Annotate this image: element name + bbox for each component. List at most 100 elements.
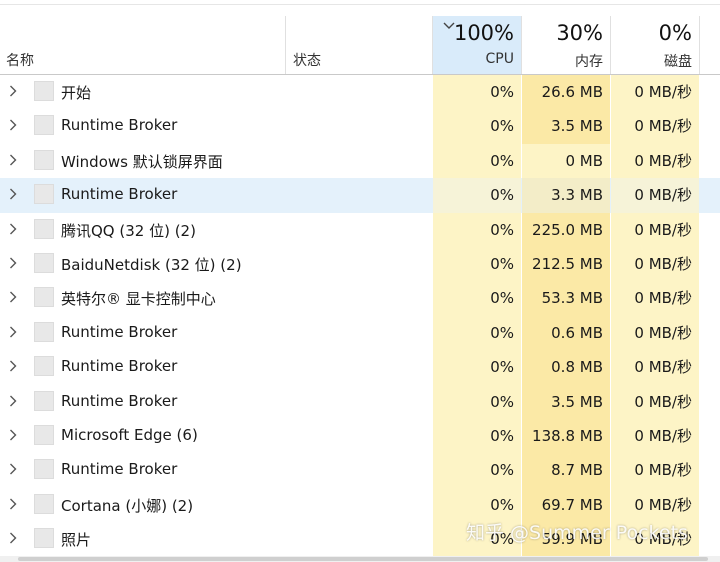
process-disk: 0 MB/秒 bbox=[611, 384, 699, 419]
process-name: Cortana (小娜) (2) bbox=[61, 496, 194, 515]
chevron-right-icon[interactable] bbox=[6, 83, 20, 101]
column-header-cpu[interactable]: 100% CPU bbox=[433, 16, 521, 74]
process-disk: 0 MB/秒 bbox=[611, 418, 699, 454]
process-disk: 0 MB/秒 bbox=[611, 178, 699, 213]
app-icon bbox=[34, 81, 54, 101]
app-icon bbox=[34, 528, 54, 549]
column-header-status[interactable]: 状态 bbox=[293, 50, 321, 70]
app-icon bbox=[34, 459, 54, 480]
app-icon bbox=[34, 252, 54, 273]
chevron-right-icon[interactable] bbox=[6, 461, 20, 479]
process-cpu: 0% bbox=[433, 212, 521, 247]
column-header-name[interactable]: 名称 bbox=[6, 50, 34, 70]
column-divider[interactable] bbox=[699, 16, 700, 74]
process-name: Windows 默认锁屏界面 bbox=[61, 152, 223, 171]
process-disk: 0 MB/秒 bbox=[611, 453, 699, 488]
process-memory: 3.3 MB bbox=[522, 178, 610, 213]
chevron-right-icon[interactable] bbox=[6, 358, 20, 376]
process-memory: 0 MB bbox=[522, 143, 610, 179]
process-row[interactable]: 英特尔® 显卡控制中心 0% 53.3 MB 0 MB/秒 bbox=[0, 281, 720, 316]
chevron-right-icon[interactable] bbox=[6, 152, 20, 170]
process-row[interactable]: 开始 0% 26.6 MB 0 MB/秒 bbox=[0, 75, 720, 110]
process-row[interactable]: Windows 默认锁屏界面 0% 0 MB 0 MB/秒 bbox=[0, 143, 720, 179]
app-icon bbox=[34, 356, 54, 377]
process-cpu: 0% bbox=[433, 178, 521, 213]
process-row[interactable]: Runtime Broker 0% 3.3 MB 0 MB/秒 bbox=[0, 178, 720, 213]
process-cpu: 0% bbox=[433, 143, 521, 179]
app-icon bbox=[34, 287, 54, 308]
process-row[interactable]: Runtime Broker 0% 3.5 MB 0 MB/秒 bbox=[0, 384, 720, 419]
process-memory: 3.5 MB bbox=[522, 109, 610, 144]
process-cpu: 0% bbox=[433, 246, 521, 282]
process-name: 开始 bbox=[61, 84, 92, 102]
process-memory: 138.8 MB bbox=[522, 418, 610, 454]
process-disk: 0 MB/秒 bbox=[611, 109, 699, 144]
column-divider[interactable] bbox=[285, 16, 286, 74]
process-name: Runtime Broker bbox=[61, 322, 178, 341]
column-header-memory[interactable]: 30% 内存 bbox=[522, 16, 610, 74]
process-disk: 0 MB/秒 bbox=[611, 315, 699, 351]
process-memory: 26.6 MB bbox=[522, 75, 610, 110]
process-name: Runtime Broker bbox=[61, 460, 178, 479]
process-cpu: 0% bbox=[433, 281, 521, 316]
process-cpu: 0% bbox=[433, 453, 521, 488]
process-memory: 0.8 MB bbox=[522, 350, 610, 385]
process-name: 腾讯QQ (32 位) (2) bbox=[61, 221, 196, 240]
watermark: 知乎 @Summer Pockets bbox=[466, 522, 688, 544]
window-top-edge bbox=[0, 0, 720, 5]
process-list: 开始 0% 26.6 MB 0 MB/秒 Runtime Broker 0% 3.5 MB 0… bbox=[0, 75, 720, 557]
chevron-right-icon[interactable] bbox=[6, 221, 20, 239]
process-disk: 0 MB/秒 bbox=[611, 487, 699, 523]
app-icon bbox=[34, 149, 54, 170]
process-memory: 8.7 MB bbox=[522, 453, 610, 488]
chevron-right-icon[interactable] bbox=[6, 117, 20, 135]
chevron-right-icon[interactable] bbox=[6, 427, 20, 445]
process-row[interactable]: Runtime Broker 0% 3.5 MB 0 MB/秒 bbox=[0, 109, 720, 144]
disk-total-percent: 0% bbox=[658, 21, 692, 45]
chevron-right-icon[interactable] bbox=[6, 324, 20, 342]
process-row[interactable]: Runtime Broker 0% 8.7 MB 0 MB/秒 bbox=[0, 453, 720, 488]
chevron-right-icon[interactable] bbox=[6, 530, 20, 548]
column-header-disk[interactable]: 0% 磁盘 bbox=[611, 16, 699, 74]
process-row[interactable]: Microsoft Edge (6) 0% 138.8 MB 0 MB/秒 bbox=[0, 418, 720, 454]
process-memory: 225.0 MB bbox=[522, 212, 610, 247]
memory-label: 内存 bbox=[575, 54, 603, 70]
chevron-right-icon[interactable] bbox=[6, 186, 20, 204]
horizontal-scrollbar-thumb[interactable] bbox=[18, 557, 708, 561]
column-header-row: 名称 状态 100% CPU 30% 内存 0% 磁盘 bbox=[0, 16, 720, 75]
process-memory: 69.7 MB bbox=[522, 487, 610, 523]
process-cpu: 0% bbox=[433, 350, 521, 385]
chevron-right-icon[interactable] bbox=[6, 496, 20, 514]
process-name: Runtime Broker bbox=[61, 357, 178, 376]
app-icon bbox=[34, 184, 54, 205]
process-cpu: 0% bbox=[433, 315, 521, 351]
disk-label: 磁盘 bbox=[664, 54, 692, 70]
process-row[interactable]: Runtime Broker 0% 0.6 MB 0 MB/秒 bbox=[0, 315, 720, 351]
process-row[interactable]: Runtime Broker 0% 0.8 MB 0 MB/秒 bbox=[0, 350, 720, 385]
chevron-right-icon[interactable] bbox=[6, 393, 20, 411]
process-row[interactable]: BaiduNetdisk (32 位) (2) 0% 212.5 MB 0 MB/秒 bbox=[0, 246, 720, 282]
process-cpu: 0% bbox=[433, 384, 521, 419]
app-icon bbox=[34, 321, 54, 342]
process-name: Runtime Broker bbox=[61, 185, 178, 204]
process-memory: 3.5 MB bbox=[522, 384, 610, 419]
process-name: Microsoft Edge (6) bbox=[61, 425, 198, 444]
process-name: Runtime Broker bbox=[61, 391, 178, 410]
app-icon bbox=[34, 115, 54, 136]
process-name: 英特尔® 显卡控制中心 bbox=[61, 290, 216, 309]
process-disk: 0 MB/秒 bbox=[611, 281, 699, 316]
process-disk: 0 MB/秒 bbox=[611, 246, 699, 282]
process-cpu: 0% bbox=[433, 75, 521, 110]
chevron-right-icon[interactable] bbox=[6, 289, 20, 307]
process-row[interactable]: Cortana (小娜) (2) 0% 69.7 MB 0 MB/秒 bbox=[0, 487, 720, 523]
process-name: BaiduNetdisk (32 位) (2) bbox=[61, 255, 242, 274]
process-cpu: 0% bbox=[433, 109, 521, 144]
cpu-total-percent: 100% bbox=[453, 21, 514, 45]
process-memory: 0.6 MB bbox=[522, 315, 610, 351]
app-icon bbox=[34, 390, 54, 411]
process-disk: 0 MB/秒 bbox=[611, 350, 699, 385]
chevron-right-icon[interactable] bbox=[6, 255, 20, 273]
app-icon bbox=[34, 493, 54, 514]
memory-total-percent: 30% bbox=[556, 21, 603, 45]
process-row[interactable]: 腾讯QQ (32 位) (2) 0% 225.0 MB 0 MB/秒 bbox=[0, 212, 720, 247]
